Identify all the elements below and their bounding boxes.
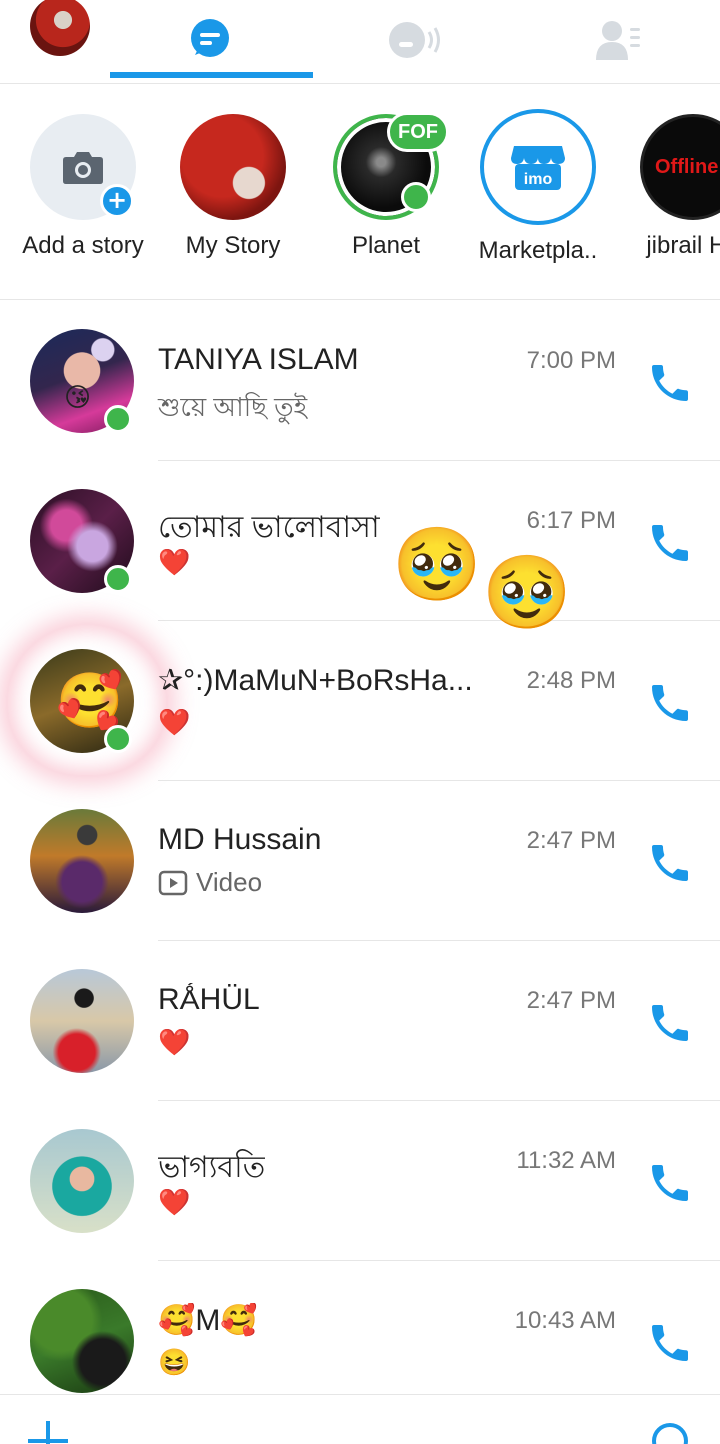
story-avatar: imo [480,109,596,225]
story-avatar: FOF [333,112,449,220]
chat-time: 7:00 PM [526,347,616,374]
add-icon[interactable] [28,1421,68,1444]
tab-contacts[interactable] [518,0,718,80]
chat-last-message: Video [158,867,262,898]
avatar [30,1289,134,1393]
chat-time: 2:48 PM [526,667,616,694]
chat-row[interactable]: 🥰 ✰°:)MaMuN+BoRsHa... ❤️ 2:48 PM [0,621,720,781]
chat-bubble-icon [191,19,229,57]
chat-name: RǺHÜL [158,983,260,1016]
chat-name: তোমার ভালোবাসা [158,511,380,544]
chat-last-message: ❤️ [158,1027,191,1057]
stories-row: + Add a story My Story FOF Planet imo Ma… [0,84,720,300]
chat-last-message: ❤️ [158,707,191,737]
chat-time: 2:47 PM [526,827,616,854]
chat-row[interactable]: তোমার ভালোবাসা ❤️ 6:17 PM [0,461,720,621]
profile-avatar[interactable] [30,0,90,56]
avatar [30,1129,134,1233]
story-avatar [180,114,286,220]
add-story-circle[interactable]: + [30,114,136,220]
story-marketplace[interactable]: imo Marketpla.. [463,109,613,265]
online-indicator [104,405,132,433]
chat-name: MD Hussain [158,823,322,856]
svg-text:imo: imo [524,171,553,188]
imo-store-icon: imo [511,146,565,190]
chat-last-message: 😆 [158,1347,191,1377]
planet-icon [401,182,431,212]
story-label: Add a story [22,232,144,259]
plus-icon: + [100,184,134,218]
story-label: jibrail Ho [646,232,720,259]
chat-name: 🥰M🥰 [158,1304,258,1337]
story-avatar: Offline [640,114,720,220]
story-label: Planet [351,232,421,259]
phone-icon[interactable] [646,999,694,1047]
story-my-story[interactable]: My Story [158,114,308,260]
chat-name: ✰°:)MaMuN+BoRsHa... [158,664,473,697]
phone-icon[interactable] [646,359,694,407]
chat-row[interactable]: 😘 TANIYA ISLAM শুয়ে আছি তুই 7:00 PM [0,301,720,461]
phone-icon[interactable] [646,679,694,727]
tab-chats[interactable] [110,0,313,80]
story-label: My Story [185,232,281,259]
avatar [30,809,134,913]
contacts-icon [596,21,640,60]
chat-time: 11:32 AM [516,1147,616,1174]
chat-time: 2:47 PM [526,987,616,1014]
story-planet[interactable]: FOF Planet [311,112,461,260]
phone-icon[interactable] [646,1319,694,1367]
story-add[interactable]: + Add a story [8,114,158,260]
video-label: Video [196,867,263,897]
chat-last-message: ❤️ [158,1187,191,1217]
phone-icon[interactable] [646,519,694,567]
phone-icon[interactable] [646,839,694,887]
phone-icon[interactable] [646,1159,694,1207]
bottom-bar [0,1394,720,1444]
fof-badge: FOF [387,112,449,152]
chat-row[interactable]: MD Hussain Video 2:47 PM [0,781,720,941]
top-navigation [0,0,720,84]
video-icon [158,870,188,895]
story-jibrail[interactable]: Offline jibrail Ho [618,114,720,260]
active-tab-indicator [110,72,313,78]
chat-last-message: ❤️ [158,547,191,577]
voice-room-icon [389,22,440,58]
chat-name: TANIYA ISLAM [158,343,359,376]
camera-icon [63,152,103,184]
chat-last-message: শুয়ে আছি তুই [158,392,308,422]
story-label: Marketpla.. [478,237,598,264]
floating-emoji: 🥹 [482,550,572,634]
chat-row[interactable]: RǺHÜL ❤️ 2:47 PM [0,941,720,1101]
chat-row[interactable]: ভাগ্যবতি ❤️ 11:32 AM [0,1101,720,1261]
avatar [30,969,134,1073]
online-indicator [104,565,132,593]
floating-emoji: 🥹 [392,522,482,606]
chat-time: 10:43 AM [514,1307,616,1334]
chat-time: 6:17 PM [526,507,616,534]
online-indicator [104,725,132,753]
tab-voice-room[interactable] [315,0,515,80]
search-icon[interactable] [650,1421,690,1444]
offline-text: Offline [655,155,719,178]
